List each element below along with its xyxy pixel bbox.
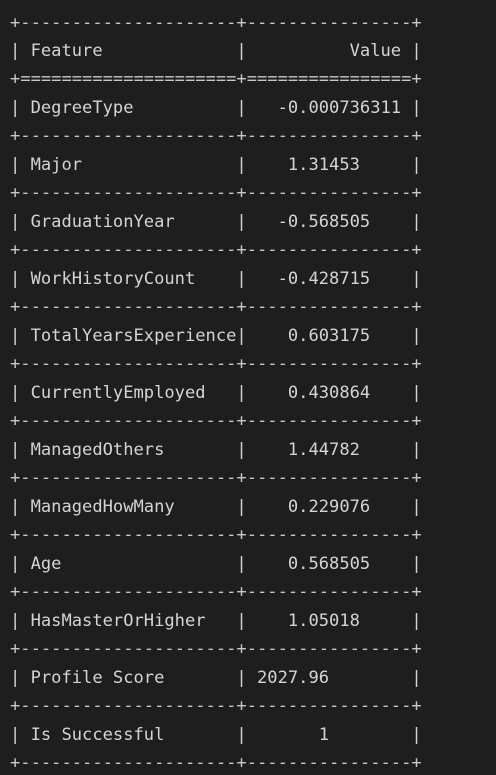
table-row: | ManagedHowMany | 0.229076 |	[10, 497, 422, 517]
table-row: | Age | 0.568505 |	[10, 554, 422, 574]
table-row-border: +---------------------+----------------+	[10, 525, 422, 545]
table-row: | Major | 1.31453 |	[10, 155, 422, 175]
table-row: | DegreeType | -0.000736311 |	[10, 98, 422, 118]
table-top-border: +---------------------+----------------+	[10, 13, 422, 33]
table-row-border: +---------------------+----------------+	[10, 183, 422, 203]
table-row-border: +---------------------+----------------+	[10, 126, 422, 146]
table-row-border: +---------------------+----------------+	[10, 297, 422, 317]
table-row-border: +---------------------+----------------+	[10, 468, 422, 488]
table-row: | ManagedOthers | 1.44782 |	[10, 440, 422, 460]
table-row: | CurrentlyEmployed | 0.430864 |	[10, 383, 422, 403]
table-row: | WorkHistoryCount | -0.428715 |	[10, 269, 422, 289]
table-row: | Profile Score | 2027.96 |	[10, 668, 422, 688]
table-row-border: +---------------------+----------------+	[10, 639, 422, 659]
table-row-border: +---------------------+----------------+	[10, 411, 422, 431]
table-row-border: +---------------------+----------------+	[10, 582, 422, 602]
table-row-border: +---------------------+----------------+	[10, 696, 422, 716]
table-row-border: +---------------------+----------------+	[10, 354, 422, 374]
table-header-separator: +=====================+================+	[10, 69, 422, 89]
table-row-border: +---------------------+----------------+	[10, 240, 422, 260]
table-row: | Is Successful | 1 |	[10, 725, 422, 745]
table-row: | TotalYearsExperience| 0.603175 |	[10, 326, 422, 346]
terminal-output: +---------------------+----------------+…	[0, 0, 496, 775]
table-row: | HasMasterOrHigher | 1.05018 |	[10, 611, 422, 631]
table-row-border: +---------------------+----------------+	[10, 753, 422, 773]
table-row: | GraduationYear | -0.568505 |	[10, 212, 422, 232]
table-header-row: | Feature | Value |	[10, 41, 422, 61]
